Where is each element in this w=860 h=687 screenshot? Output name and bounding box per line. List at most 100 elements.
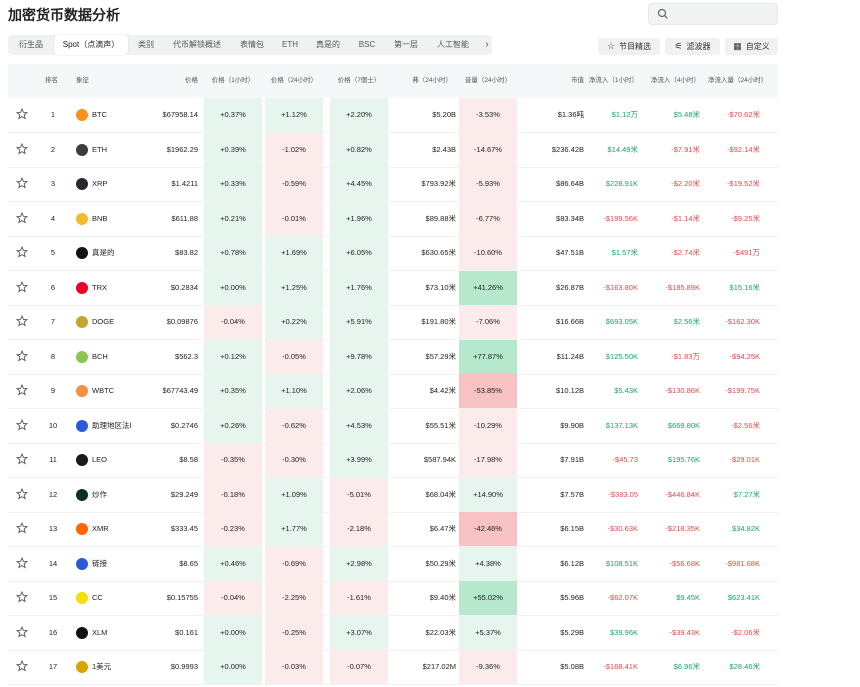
cell-vol: $89.88米	[425, 213, 456, 223]
favorite-star-icon[interactable]	[16, 142, 28, 155]
leo-icon	[76, 454, 88, 466]
favorite-star-icon[interactable]	[16, 108, 28, 120]
coin-symbol[interactable]: 助理地区法l	[92, 409, 131, 443]
coin-symbol[interactable]: BNB	[92, 202, 107, 236]
header-inflow-24h[interactable]: 净流入量（24小时）	[708, 64, 767, 98]
link-icon	[76, 419, 88, 432]
cell-in24h: -$199.75K	[725, 386, 760, 395]
favorite-star-icon[interactable]	[16, 349, 28, 362]
cell-in1h: -$30.63K	[607, 524, 638, 533]
cell-mcap: $26.87B	[556, 282, 584, 292]
coin-symbol[interactable]: XRP	[92, 167, 107, 201]
tab-eth[interactable]: ETH	[274, 35, 306, 55]
table-row[interactable]: 1美元 17 $0.9993 +0.00% -0.03% -0.07% $217.02M -9…	[8, 650, 778, 685]
favorite-star-icon[interactable]	[16, 315, 28, 327]
featured-button[interactable]: ☆ 节目精选	[598, 38, 660, 55]
table-row[interactable]: 炒作 12 $29.249 -0.18% +1.09% -5.01% $68.04米 +14.…	[8, 477, 778, 513]
coin-symbol[interactable]: TRX	[92, 271, 107, 305]
cell-mcap: $16.66B	[556, 317, 584, 326]
table-row[interactable]: 真是的 5 $83.82 +0.78% +1.69% +6.05% $630.65米 -10.…	[8, 236, 778, 271]
tab-token-unlock[interactable]: 代币解锁概述	[164, 35, 230, 55]
favorite-star-icon[interactable]	[16, 453, 28, 465]
favorite-star-icon[interactable]	[16, 384, 28, 396]
cell-c24h: -1.02%	[265, 132, 323, 167]
cell-c7d: +2.98%	[330, 546, 388, 581]
coin-symbol[interactable]: XLM	[92, 616, 107, 650]
favorite-star-icon[interactable]	[16, 487, 28, 500]
coin-symbol[interactable]: 1美元	[92, 650, 111, 684]
cell-in1h: -$199.56K	[603, 213, 638, 223]
header-symbol[interactable]: 象征	[76, 64, 89, 98]
cc-icon	[76, 592, 88, 604]
favorite-star-icon[interactable]	[16, 177, 28, 189]
favorite-star-icon[interactable]	[16, 280, 28, 293]
coin-symbol[interactable]: WBTC	[92, 374, 114, 408]
cell-rank: 1	[50, 110, 56, 119]
header-change-24h[interactable]: 价格（24小时）	[265, 64, 323, 98]
favorite-star-icon[interactable]	[16, 246, 28, 258]
table-row[interactable]: BTC 1 $67958.14 +0.37% +1.12% +2.20% $5.20B -3.…	[8, 98, 778, 133]
table-row[interactable]: CC 15 $0.15755 -0.04% -2.25% -1.61% $9.40米 +55.…	[8, 581, 778, 616]
header-volume-change-24h[interactable]: 音量（24小时）	[459, 64, 517, 98]
table-row[interactable]: BCH 8 $562.3 +0.12% -0.05% +9.78% $57.29米 +77.8…	[8, 339, 778, 375]
table-row[interactable]: XLM 16 $0.161 +0.00% -0.25% +3.07% $22.03米 +5.3…	[8, 615, 778, 651]
cell-volc: -10.29%	[459, 408, 517, 443]
favorite-star-icon[interactable]	[16, 625, 28, 638]
header-inflow-4h[interactable]: 净流入（4小时）	[648, 64, 700, 98]
coin-symbol[interactable]: XMR	[92, 512, 109, 546]
table-row[interactable]: XMR 13 $333.45 -0.23% +1.77% -2.18% $6.47米 -42.…	[8, 512, 778, 547]
cell-in24h: -$92.14米	[727, 144, 760, 154]
header-change-1h[interactable]: 价格（1小时）	[204, 64, 262, 98]
header-market-cap[interactable]: 市值	[556, 64, 584, 98]
header-change-7d[interactable]: 价格（7個士）	[330, 64, 388, 98]
cell-vol: $6.47米	[429, 524, 456, 533]
table-row[interactable]: TRX 6 $0.2834 +0.00% +1.25% +1.76% $73.10米 +41.…	[8, 270, 778, 306]
header-price[interactable]: 价格	[158, 64, 198, 98]
cell-in4h: $2.56米	[673, 317, 700, 326]
tab-spot[interactable]: Spot（点滴声）	[54, 35, 128, 55]
favorite-star-icon[interactable]	[16, 591, 28, 603]
table-row[interactable]: 助理地区法l 10 $0.2746 +0.26% -0.62% +4.53% $55.51米…	[8, 408, 778, 444]
coin-symbol[interactable]: CC	[92, 581, 103, 615]
tab-solana[interactable]: 真是的	[308, 35, 348, 55]
table-row[interactable]: ETH 2 $1962.29 +0.39% -1.02% +0.82% $2.43B -14.…	[8, 132, 778, 168]
cell-rank: 7	[50, 317, 56, 326]
coin-symbol[interactable]: LEO	[92, 443, 107, 477]
cell-in1h: $14.49米	[607, 144, 638, 154]
header-volume-24h[interactable]: 弗（24小时）	[394, 64, 452, 98]
header-inflow-1h[interactable]: 净流入（1小时）	[586, 64, 638, 98]
cell-c1h: +0.00%	[204, 615, 262, 650]
table-row[interactable]: BNB 4 $611.88 +0.21% -0.01% +1.96% $89.88米 -6.7…	[8, 201, 778, 237]
coin-symbol[interactable]: ETH	[92, 133, 107, 167]
cell-in4h: -$130.86K	[665, 386, 700, 395]
tab-bsc[interactable]: BSC	[350, 35, 384, 55]
table-row[interactable]: LEO 11 $8.58 -0.35% -0.30% +3.99% $587.94K -17.…	[8, 443, 778, 478]
tab-layer1[interactable]: 第一层	[386, 35, 426, 55]
coin-symbol[interactable]: BCH	[92, 340, 108, 374]
customize-button[interactable]: ▦ 自定义	[725, 38, 778, 55]
coin-symbol[interactable]: 链接	[92, 547, 107, 581]
coin-symbol[interactable]: 炒作	[92, 478, 107, 512]
cell-rank: 13	[48, 524, 58, 533]
tab-derivatives[interactable]: 衍生品	[10, 35, 52, 55]
table-row[interactable]: DOGE 7 $0.09876 -0.04% +0.22% +5.91% $191.80米 -…	[8, 305, 778, 340]
tab-meme[interactable]: 表情包	[232, 35, 272, 55]
favorite-star-icon[interactable]	[16, 660, 28, 672]
search-input[interactable]	[673, 6, 777, 24]
table-row[interactable]: XRP 3 $1.4211 +0.33% -0.59% +4.45% $793.92米 -5.…	[8, 167, 778, 202]
favorite-star-icon[interactable]	[16, 556, 28, 569]
coin-symbol[interactable]: BTC	[92, 98, 107, 132]
table-row[interactable]: 链接 14 $8.65 +0.46% -0.69% +2.98% $50.29米 +4.38%…	[8, 546, 778, 582]
coin-symbol[interactable]: 真是的	[92, 236, 115, 270]
table-row[interactable]: WBTC 9 $67743.49 +0.35% +1.10% +2.06% $4.42米 -5…	[8, 374, 778, 409]
tab-categories[interactable]: 类别	[130, 35, 162, 55]
search-box[interactable]	[648, 3, 778, 25]
coin-symbol[interactable]: DOGE	[92, 305, 114, 339]
filter-button[interactable]: ⚟ 滤波器	[665, 38, 720, 55]
header-rank[interactable]: 排名	[45, 64, 58, 98]
favorite-star-icon[interactable]	[16, 211, 28, 224]
tab-ai[interactable]: 人工智能	[428, 35, 478, 55]
favorite-star-icon[interactable]	[16, 522, 28, 534]
chevron-right-icon[interactable]: ›	[482, 35, 492, 55]
favorite-star-icon[interactable]	[16, 418, 28, 431]
